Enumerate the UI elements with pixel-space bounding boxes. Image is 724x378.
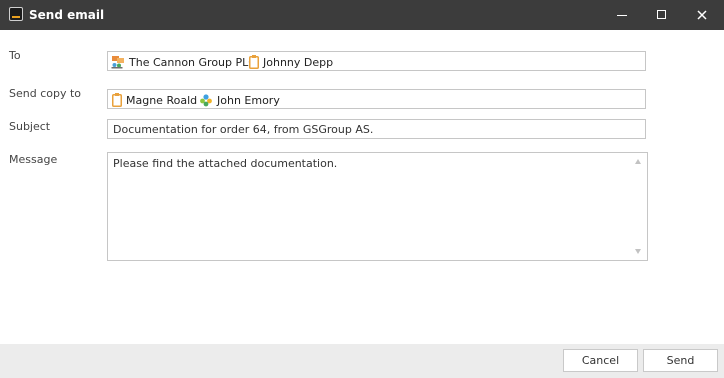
recipient-name: John Emory (217, 93, 280, 107)
recipient-chip[interactable]: The Cannon Group PLC (111, 55, 256, 69)
window-title: Send email (29, 8, 105, 22)
people-group-icon (200, 94, 212, 107)
close-button[interactable] (680, 0, 724, 30)
title-bar: Send email (0, 0, 724, 30)
to-label: To (9, 49, 21, 62)
recipient-chip[interactable]: Magne Roald (112, 93, 197, 107)
maximize-button[interactable] (640, 0, 684, 30)
recipient-chip[interactable]: Johnny Depp (249, 55, 333, 69)
message-textarea[interactable]: Please find the attached documentation. (107, 152, 648, 261)
app-icon (9, 7, 23, 21)
recipient-chip[interactable]: John Emory (199, 93, 280, 107)
company-contact-icon (111, 56, 124, 69)
recipient-name: The Cannon Group PLC (129, 55, 256, 69)
subject-input[interactable]: Documentation for order 64, from GSGroup… (107, 119, 646, 139)
person-card-icon (249, 55, 259, 69)
subject-value: Documentation for order 64, from GSGroup… (113, 123, 374, 136)
to-field[interactable]: The Cannon Group PLC Johnny Depp (107, 51, 646, 71)
cancel-button[interactable]: Cancel (563, 349, 638, 372)
minimize-button[interactable] (600, 0, 644, 30)
person-card-icon (112, 93, 122, 107)
recipient-name: Johnny Depp (263, 55, 334, 69)
scroll-down-arrow-icon[interactable] (635, 249, 641, 254)
dialog-footer: Cancel Send (0, 344, 724, 378)
close-icon (697, 10, 707, 20)
message-value: Please find the attached documentation. (113, 157, 338, 170)
subject-label: Subject (9, 120, 51, 133)
message-label: Message (9, 153, 58, 166)
recipient-name: Magne Roald (126, 93, 198, 107)
scroll-up-arrow-icon[interactable] (635, 159, 641, 164)
cc-field[interactable]: Magne Roald John Emory (107, 89, 646, 109)
send-button[interactable]: Send (643, 349, 718, 372)
cc-label: Send copy to (9, 87, 82, 100)
